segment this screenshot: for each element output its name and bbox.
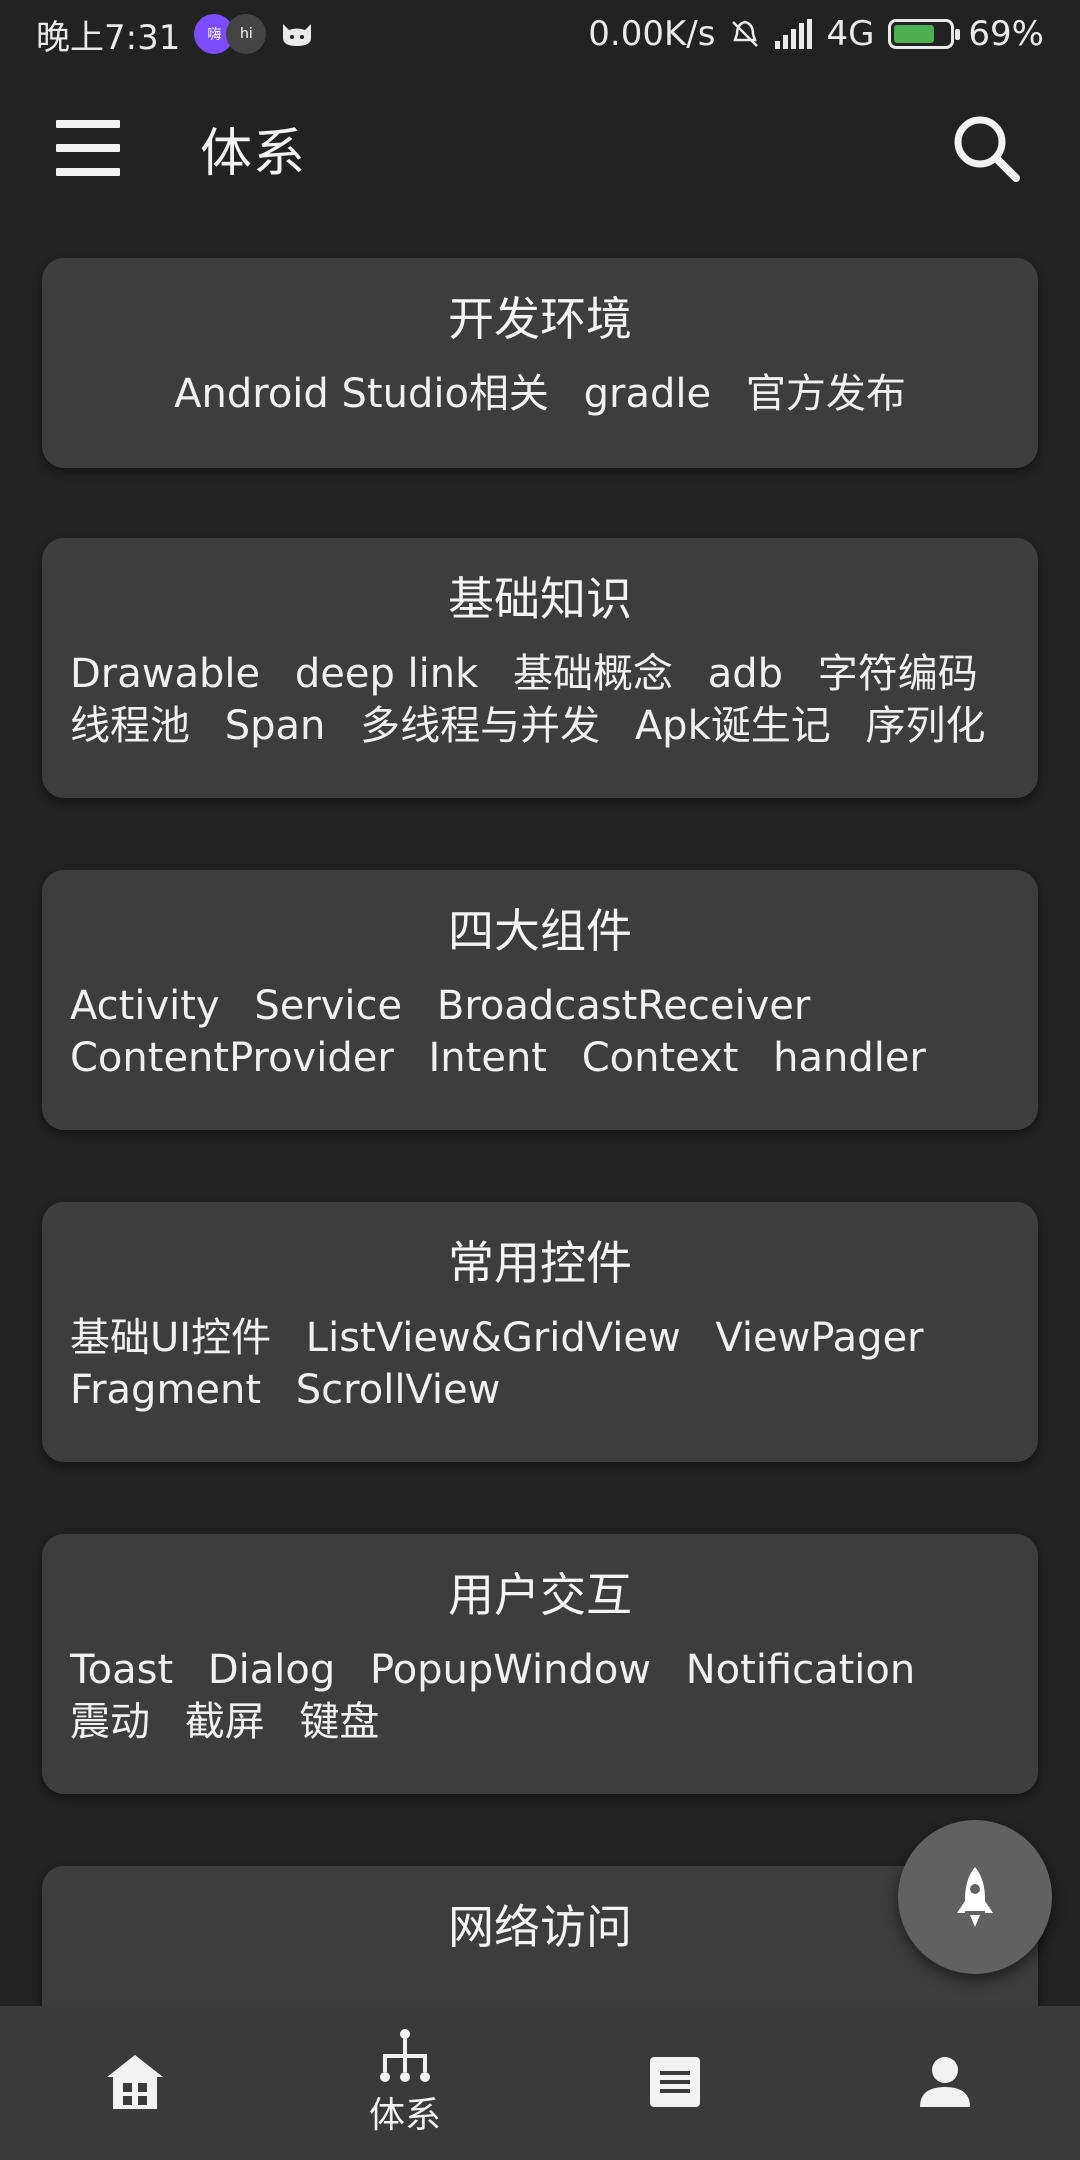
status-bar: 晚上7:31 嗨 hi 0.00K/s 4G 69% (0, 0, 1080, 68)
card-title: 用户交互 (448, 1568, 632, 1622)
tag[interactable]: ViewPager (715, 1315, 923, 1361)
tag[interactable]: Span (225, 703, 326, 749)
menu-icon[interactable] (56, 120, 120, 176)
tag[interactable]: BroadcastReceiver (437, 983, 810, 1029)
tag[interactable]: 线程池 (70, 703, 190, 749)
tag[interactable]: 官方发布 (746, 371, 906, 417)
tag[interactable]: Fragment (70, 1367, 261, 1413)
screen: 晚上7:31 嗨 hi 0.00K/s 4G 69% 体系 开发环境 Andro… (0, 0, 1080, 2160)
tag[interactable]: 字符编码 (818, 651, 978, 697)
card-title: 常用控件 (448, 1236, 632, 1290)
tag[interactable]: PopupWindow (370, 1647, 651, 1693)
tag[interactable]: 序列化 (865, 703, 985, 749)
tag[interactable]: Apk诞生记 (635, 703, 831, 749)
card-title: 开发环境 (448, 292, 632, 346)
tag[interactable]: 基础概念 (513, 651, 673, 697)
rocket-icon (957, 1867, 993, 1927)
card-dev-env[interactable]: 开发环境 Android Studio相关 gradle 官方发布 (42, 258, 1038, 468)
bottom-nav: 体系 (0, 2006, 1080, 2160)
scroll-top-button[interactable] (898, 1820, 1052, 1974)
card-widgets[interactable]: 常用控件 基础UI控件 ListView&GridView ViewPager … (42, 1202, 1038, 1462)
status-right: 0.00K/s 4G 69% (588, 14, 1044, 54)
nav-articles[interactable] (540, 2006, 810, 2160)
tag[interactable]: 键盘 (299, 1699, 379, 1745)
tag[interactable]: Toast (70, 1647, 173, 1693)
signal-icon (775, 19, 813, 49)
tag[interactable]: Dialog (208, 1647, 335, 1693)
page-title: 体系 (200, 123, 307, 184)
card-tags: Drawable deep link 基础概念 adb 字符编码 线程池 Spa… (70, 648, 1010, 752)
card-title: 基础知识 (448, 572, 632, 626)
nav-home[interactable] (0, 2006, 270, 2160)
tag[interactable]: deep link (295, 651, 478, 697)
tag[interactable]: Service (254, 983, 402, 1029)
tag[interactable]: Notification (686, 1647, 916, 1693)
battery-icon (888, 19, 961, 49)
app-bar: 体系 (0, 68, 1080, 228)
person-icon (920, 2057, 970, 2107)
status-time: 晚上7:31 (36, 17, 181, 58)
card-tags: Android Studio相关 gradle 官方发布 (70, 368, 1010, 420)
card-tags: Activity Service BroadcastReceiver Conte… (70, 980, 1010, 1084)
card-interaction[interactable]: 用户交互 Toast Dialog PopupWindow Notificati… (42, 1534, 1038, 1794)
tag[interactable]: adb (708, 651, 783, 697)
article-icon (650, 2057, 700, 2107)
tag[interactable]: handler (773, 1035, 926, 1081)
status-left: 晚上7:31 嗨 hi (36, 10, 314, 59)
tag[interactable]: Drawable (70, 651, 260, 697)
tag[interactable]: 震动 (70, 1699, 150, 1745)
card-components[interactable]: 四大组件 Activity Service BroadcastReceiver … (42, 870, 1038, 1130)
battery-level: 69% (968, 14, 1044, 54)
network-type: 4G (826, 14, 875, 54)
tag[interactable]: 基础UI控件 (70, 1315, 271, 1361)
hierarchy-icon (380, 2029, 430, 2082)
card-title: 四大组件 (448, 904, 632, 958)
nav-profile[interactable] (810, 2006, 1080, 2160)
tag[interactable]: 截屏 (185, 1699, 265, 1745)
card-tags: 基础UI控件 ListView&GridView ViewPager Fragm… (70, 1312, 1010, 1416)
search-icon[interactable] (948, 110, 1024, 186)
nav-system[interactable]: 体系 (270, 2006, 540, 2160)
tag[interactable]: ListView&GridView (306, 1315, 681, 1361)
home-icon (107, 2055, 163, 2109)
tag[interactable]: Intent (429, 1035, 547, 1081)
card-basics[interactable]: 基础知识 Drawable deep link 基础概念 adb 字符编码 线程… (42, 538, 1038, 798)
tag[interactable]: Context (582, 1035, 739, 1081)
card-tags: Toast Dialog PopupWindow Notification 震动… (70, 1644, 1010, 1748)
tag[interactable]: 多线程与并发 (360, 703, 600, 749)
tag[interactable]: ContentProvider (70, 1035, 394, 1081)
tag[interactable]: Android Studio相关 (174, 371, 549, 417)
tag[interactable]: ScrollView (296, 1367, 501, 1413)
mute-bell-icon (732, 20, 759, 47)
tag[interactable]: Activity (70, 983, 220, 1029)
tag[interactable]: gradle (584, 371, 711, 417)
nav-label: 体系 (368, 2095, 441, 2136)
card-title: 网络访问 (448, 1900, 632, 1954)
net-speed: 0.00K/s (588, 14, 716, 54)
cat-icon (283, 24, 312, 46)
notification-hi-icon: hi (226, 14, 267, 54)
